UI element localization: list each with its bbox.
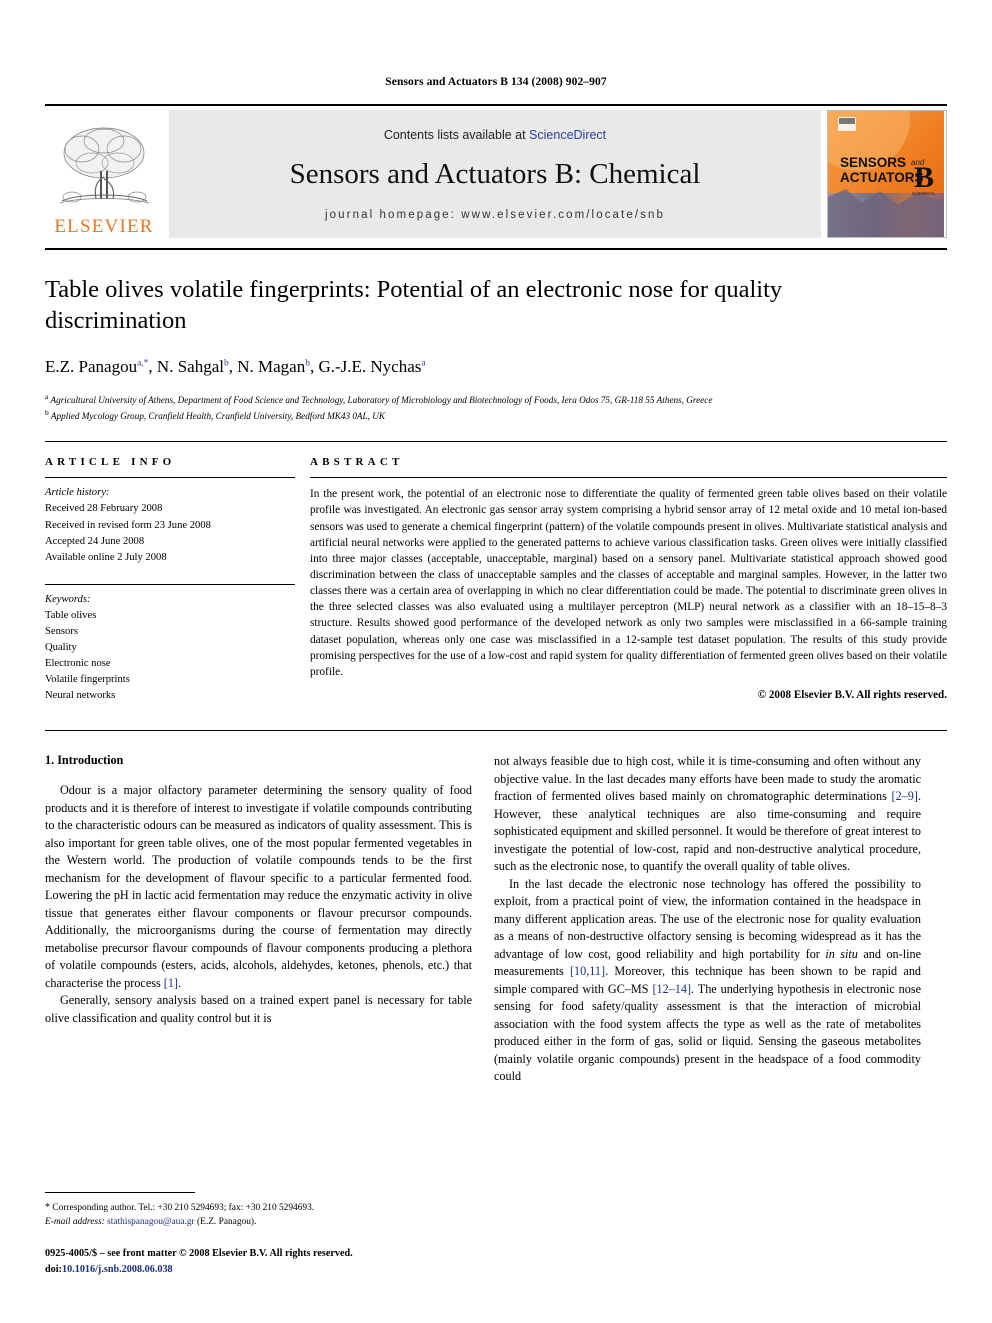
corresponding-author-note: * Corresponding author. Tel.: +30 210 52… [45, 1200, 472, 1229]
keyword-item: Neural networks [45, 690, 116, 702]
info-abstract-row: ARTICLE INFO Article history: Received 2… [45, 456, 947, 704]
svg-text:SENSORS: SENSORS [840, 155, 906, 170]
corresponding-author-text: Corresponding author. Tel.: +30 210 5294… [52, 1203, 315, 1214]
intro-paragraph-4: In the last decade the electronic nose t… [494, 876, 922, 1084]
elsevier-logo: ELSEVIER [45, 110, 163, 238]
contents-available-line: Contents lists available at ScienceDirec… [384, 128, 606, 142]
email-link[interactable]: stathispanagou@aua.gr [107, 1217, 195, 1227]
journal-cover-thumbnail[interactable]: SENSORS and ACTUATORS B CHEMICAL [827, 110, 947, 238]
email-owner: (E.Z. Panagou). [197, 1217, 257, 1228]
history-item: Accepted 24 June 2008 [45, 535, 145, 547]
keyword-item: Sensors [45, 626, 78, 637]
history-item: Received in revised form 23 June 2008 [45, 519, 211, 531]
keyword-item: Table olives [45, 609, 97, 621]
svg-text:B: B [914, 161, 934, 194]
journal-homepage[interactable]: journal homepage: www.elsevier.com/locat… [325, 209, 665, 221]
paper-page: Sensors and Actuators B 134 (2008) 902–9… [0, 0, 992, 1323]
author-list: E.Z. Panagoua,*, N. Sahgalb, N. Maganb, … [45, 356, 426, 376]
keywords-label: Keywords: [45, 593, 91, 605]
citation-ref-12-14[interactable]: [12–14] [652, 982, 691, 996]
keywords-rule [45, 583, 295, 585]
citation-ref-2-9[interactable]: [2–9] [892, 789, 918, 803]
footer-block: 0925-4005/$ – see front matter © 2008 El… [45, 1246, 472, 1277]
doi-line: doi:10.1016/j.snb.2008.06.038 [45, 1263, 173, 1275]
journal-title: Sensors and Actuators B: Chemical [289, 157, 701, 190]
abstract-rule [310, 477, 947, 479]
journal-cover-art: SENSORS and ACTUATORS B CHEMICAL [828, 111, 944, 237]
author-1: E.Z. Panagoua,* [45, 356, 149, 376]
keyword-item: Electronic nose [45, 658, 111, 670]
section-heading-introduction: 1. Introduction [45, 753, 124, 768]
footnote-rule [45, 1192, 195, 1194]
journal-band: Contents lists available at ScienceDirec… [169, 110, 821, 238]
affiliation-b: b Applied Mycology Group, Cranfield Heal… [45, 408, 386, 422]
italic-in-situ: in situ [825, 946, 858, 961]
citation-ref-10-11[interactable]: [10,11] [570, 964, 605, 978]
affiliation-a: a Agricultural University of Athens, Dep… [45, 391, 713, 405]
keyword-item: Quality [45, 642, 77, 654]
abstract-text: In the present work, the potential of an… [310, 488, 947, 678]
citation-ref-1[interactable]: [1] [164, 976, 178, 990]
journal-header: ELSEVIER Contents lists available at Sci… [45, 104, 947, 238]
intro-paragraph-3: not always feasible due to high cost, wh… [494, 754, 921, 874]
abstract-heading: ABSTRACT [310, 456, 404, 469]
asterisk-marker: * [45, 1202, 50, 1214]
page-title: Table olives volatile fingerprints: Pote… [45, 276, 783, 335]
contents-prefix: Contents lists available at [383, 127, 530, 142]
sciencedirect-link[interactable]: ScienceDirect [529, 128, 606, 142]
history-item: Available online 2 July 2008 [45, 551, 167, 563]
affiliation-list: a Agricultural University of Athens, Dep… [45, 391, 947, 424]
email-label: E-mail address: [45, 1217, 105, 1228]
article-history: Article history: Received 28 February 20… [45, 485, 295, 565]
info-top-rule [45, 441, 947, 443]
front-matter-line: 0925-4005/$ – see front matter © 2008 El… [45, 1248, 353, 1260]
author-4: G.-J.E. Nychasa [318, 356, 426, 376]
doi-link[interactable]: 10.1016/j.snb.2008.06.038 [62, 1264, 173, 1275]
article-history-label: Article history: [45, 487, 110, 499]
abstract-column: ABSTRACT In the present work, the potent… [310, 456, 947, 704]
intro-paragraph-1: Odour is a major olfactory parameter det… [45, 783, 472, 990]
article-info-rule [45, 477, 295, 479]
right-column: not always feasible due to high cost, wh… [494, 753, 921, 1086]
footnote-area: * Corresponding author. Tel.: +30 210 52… [45, 1192, 472, 1277]
header-bottom-rule [45, 248, 947, 250]
article-info-heading: ARTICLE INFO [45, 456, 176, 469]
svg-text:CHEMICAL: CHEMICAL [912, 191, 936, 196]
elsevier-wordmark: ELSEVIER [54, 216, 154, 237]
running-head: Sensors and Actuators B 134 (2008) 902–9… [385, 76, 607, 88]
author-3: N. Maganb [237, 356, 310, 376]
svg-text:ACTUATORS: ACTUATORS [840, 170, 924, 185]
left-column: 1. Introduction Odour is a major olfacto… [45, 753, 472, 1086]
keywords-block: Keywords: Table olives Sensors Quality E… [45, 592, 295, 705]
copyright-line: © 2008 Elsevier B.V. All rights reserved… [757, 689, 947, 702]
elsevier-tree-icon [59, 127, 150, 204]
body-top-rule [45, 730, 947, 732]
author-2: N. Sahgalb [156, 356, 229, 376]
body-columns: 1. Introduction Odour is a major olfacto… [45, 753, 947, 1086]
intro-paragraph-2: Generally, sensory analysis based on a t… [45, 993, 472, 1025]
history-item: Received 28 February 2008 [45, 503, 163, 515]
article-info-column: ARTICLE INFO Article history: Received 2… [45, 456, 295, 704]
keyword-item: Volatile fingerprints [45, 674, 130, 686]
